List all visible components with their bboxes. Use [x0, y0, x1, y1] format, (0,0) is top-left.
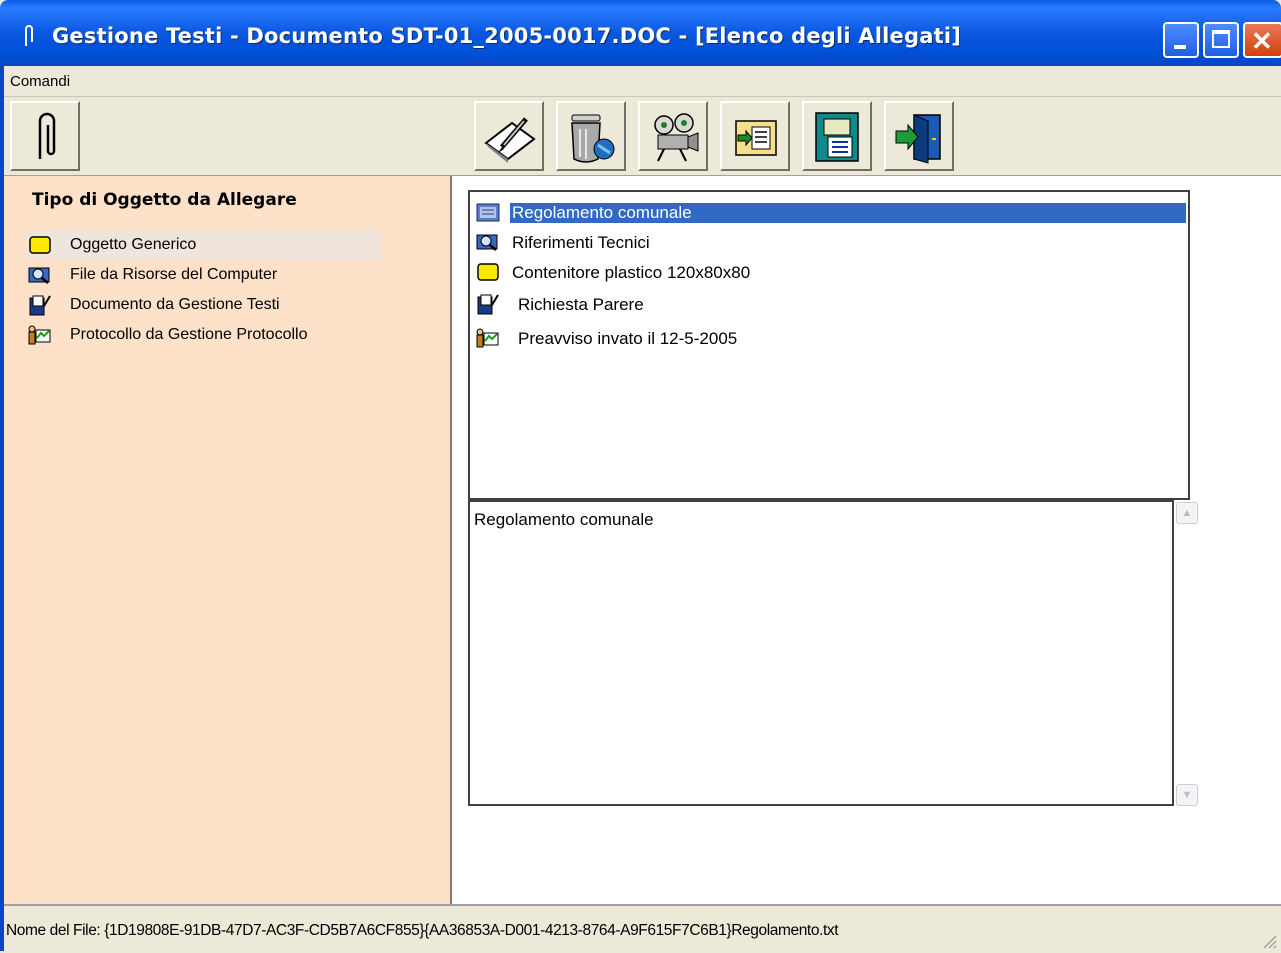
- description-scrollbar[interactable]: ▲ ▼: [1174, 500, 1200, 806]
- close-button[interactable]: ✕: [1243, 22, 1281, 58]
- scroll-down-icon[interactable]: ▼: [1176, 784, 1198, 806]
- magnifier-file-icon: [28, 267, 50, 284]
- list-item-label: Richiesta Parere: [518, 295, 644, 314]
- delete-button[interactable]: [556, 101, 626, 171]
- list-item-label: Riferimenti Tecnici: [512, 233, 650, 252]
- document-list-icon: [815, 112, 859, 162]
- document-icon: [29, 295, 51, 316]
- paperclip-icon: [25, 25, 33, 46]
- yellow-box-icon: [29, 236, 51, 254]
- magnifier-file-icon: [476, 234, 498, 251]
- trash-bin-icon: [571, 114, 615, 163]
- protocol-icon: [476, 328, 499, 348]
- exit-door-icon: [895, 114, 941, 164]
- minimize-button[interactable]: [1163, 22, 1199, 58]
- list-item-label: Contenitore plastico 120x80x80: [512, 263, 751, 282]
- panel-title: Tipo di Oggetto da Allegare: [32, 190, 297, 210]
- list-item-label: Preavviso invato il 12-5-2005: [518, 329, 738, 348]
- description-text: Regolamento comunale: [474, 510, 654, 529]
- object-type-protocol[interactable]: Protocollo da Gestione Protocollo: [28, 320, 380, 350]
- description-textarea[interactable]: Regolamento comunale: [468, 500, 1174, 806]
- object-type-label: File da Risorse del Computer: [70, 266, 278, 283]
- object-type-label: Protocollo da Gestione Protocollo: [70, 326, 308, 343]
- menu-comandi[interactable]: Comandi: [10, 73, 70, 90]
- attach-button[interactable]: [10, 101, 80, 171]
- object-type-document[interactable]: Documento da Gestione Testi: [28, 290, 380, 320]
- pen-paper-icon: [484, 117, 536, 163]
- protocol-icon: [28, 325, 51, 345]
- exit-button[interactable]: [884, 101, 954, 171]
- close-icon: ✕: [1251, 26, 1273, 56]
- yellow-box-icon: [477, 263, 499, 281]
- list-item-label: Regolamento comunale: [510, 203, 1186, 223]
- attachments-list[interactable]: Regolamento comunale Riferimenti Tecnici…: [468, 190, 1190, 500]
- edit-button[interactable]: [474, 101, 544, 171]
- status-filename: Nome del File: {1D19808E-91DB-47D7-AC3F-…: [6, 922, 839, 939]
- details-button[interactable]: [802, 101, 872, 171]
- file-text-icon: [476, 203, 500, 222]
- paperclip-icon: [38, 112, 56, 159]
- window-title: Gestione Testi - Documento SDT-01_2005-0…: [52, 24, 962, 48]
- resize-grip-icon[interactable]: [1259, 931, 1277, 949]
- title-bar[interactable]: Gestione Testi - Documento SDT-01_2005-0…: [0, 0, 1281, 66]
- object-type-label: Oggetto Generico: [70, 236, 197, 253]
- toolbar: [4, 97, 1281, 176]
- object-type-label: Documento da Gestione Testi: [70, 296, 280, 313]
- insert-document-icon: [735, 120, 777, 156]
- view-button[interactable]: [638, 101, 708, 171]
- insert-button[interactable]: [720, 101, 790, 171]
- projector-icon: [654, 113, 699, 162]
- object-type-computer-file[interactable]: File da Risorse del Computer: [28, 260, 380, 290]
- maximize-button[interactable]: [1203, 22, 1239, 58]
- status-bar: Nome del File: {1D19808E-91DB-47D7-AC3F-…: [4, 904, 1281, 953]
- document-icon: [477, 294, 499, 315]
- maximize-icon: [1212, 30, 1230, 48]
- scroll-up-icon[interactable]: ▲: [1176, 502, 1198, 524]
- minimize-icon: [1174, 45, 1186, 49]
- object-type-generic[interactable]: Oggetto Generico: [28, 230, 380, 260]
- menu-bar: Comandi: [4, 66, 1281, 97]
- attachments-panel: Regolamento comunale Riferimenti Tecnici…: [452, 176, 1281, 904]
- object-type-panel: Tipo di Oggetto da Allegare Oggetto Gene…: [4, 176, 452, 904]
